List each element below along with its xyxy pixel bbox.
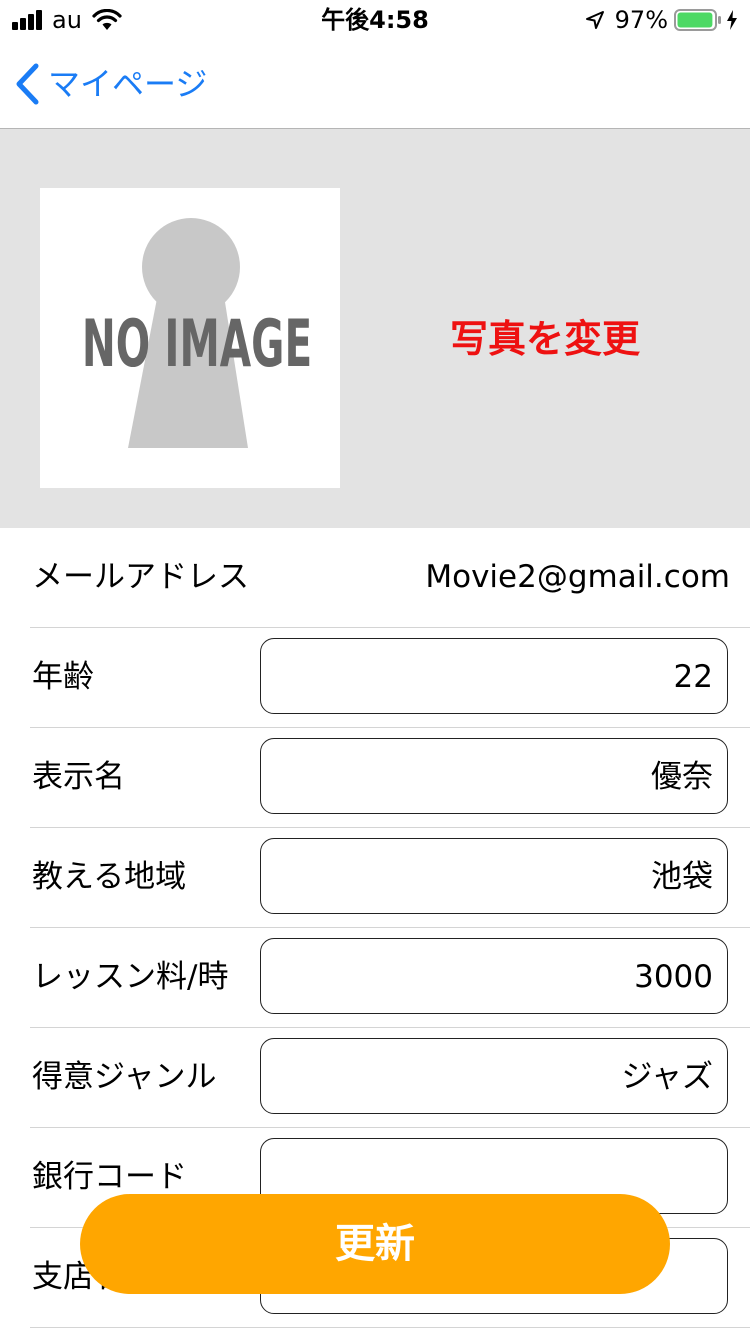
form-row-display-name: 表示名 優奈 [30, 728, 750, 828]
email-value: Movie2@gmail.com [425, 559, 730, 595]
battery-icon [674, 9, 722, 31]
status-bar: au 午後4:58 97% [0, 0, 750, 40]
teaching-area-label: 教える地域 [32, 859, 187, 895]
lesson-fee-label: レッスン料/時 [32, 959, 229, 995]
status-right: 97% [585, 6, 738, 34]
display-name-label: 表示名 [32, 759, 125, 795]
back-button[interactable]: マイページ [14, 62, 207, 106]
form-row-age: 年齢 22 [30, 628, 750, 728]
lesson-fee-input[interactable]: 3000 [260, 938, 728, 1014]
photo-section: NO IMAGE 写真を変更 [0, 129, 750, 528]
form-row-lesson-fee: レッスン料/時 3000 [30, 928, 750, 1028]
form-row-email: メールアドレス Movie2@gmail.com [30, 528, 750, 628]
update-button[interactable]: 更新 [80, 1194, 670, 1294]
form-row-teaching-area: 教える地域 池袋 [30, 828, 750, 928]
email-label: メールアドレス [32, 559, 249, 595]
battery-percent: 97% [614, 6, 668, 34]
form-row-genre: 得意ジャンル ジャズ [30, 1028, 750, 1128]
teaching-area-input[interactable]: 池袋 [260, 838, 728, 914]
change-photo-button[interactable]: 写真を変更 [400, 309, 690, 369]
no-image-text: NO IMAGE [82, 306, 312, 382]
age-label: 年齢 [32, 659, 94, 695]
genre-label: 得意ジャンル [32, 1059, 217, 1095]
charging-bolt-icon [726, 9, 738, 31]
profile-photo[interactable]: NO IMAGE [40, 188, 340, 488]
display-name-input[interactable]: 優奈 [260, 738, 728, 814]
age-input[interactable]: 22 [260, 638, 728, 714]
location-arrow-icon [585, 10, 605, 30]
chevron-left-icon [14, 62, 40, 106]
genre-input[interactable]: ジャズ [260, 1038, 728, 1114]
back-label: マイページ [48, 65, 208, 103]
no-image-placeholder-icon: NO IMAGE [82, 218, 312, 448]
navigation-bar: マイページ [0, 40, 750, 129]
